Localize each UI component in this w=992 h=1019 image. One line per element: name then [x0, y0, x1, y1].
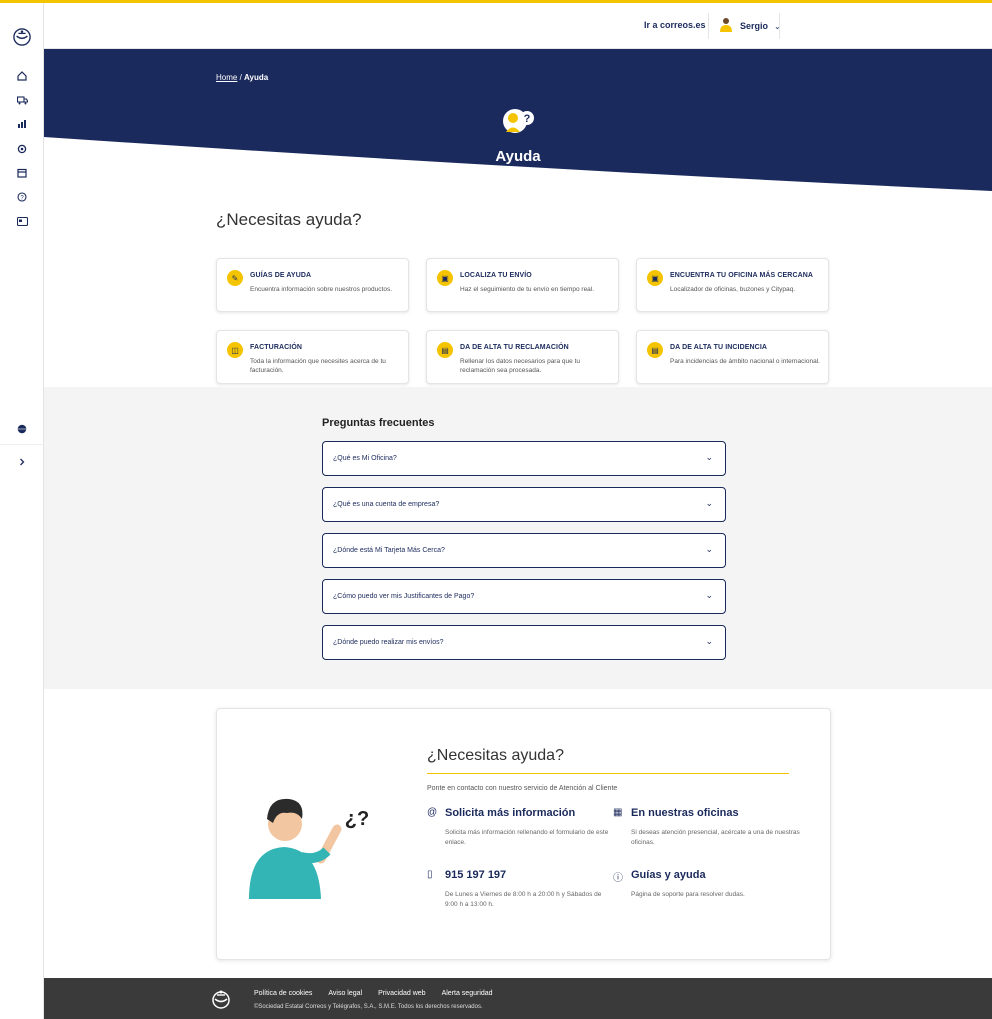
chevron-down-icon: ⌄	[705, 636, 713, 646]
chevron-down-icon: ⌄	[705, 590, 713, 600]
faq-title: Preguntas frecuentes	[322, 417, 435, 429]
truck-icon[interactable]	[12, 90, 32, 110]
contact-block-heading: En nuestras oficinas	[631, 807, 739, 819]
contact-block-heading: Solicita más información	[445, 807, 576, 819]
hero-banner: Home / Ayuda ? Ayuda	[44, 49, 992, 191]
top-header: Ir a correos.es Sergio ⌄	[44, 3, 992, 49]
contact-title: ¿Necesitas ayuda?	[427, 747, 564, 764]
card-description: Localizador de oficinas, buzones y Cityp…	[670, 286, 796, 293]
card-description: Rellenar los datos necesarios para que t…	[460, 358, 580, 375]
card-title: LOCALIZA TU ENVÍO	[460, 272, 532, 279]
faq-item[interactable]: ¿Qué es una cuenta de empresa? ⌄	[322, 487, 726, 522]
faq-question: ¿Dónde puedo realizar mis envíos?	[333, 639, 444, 646]
page-title: Ayuda	[495, 148, 541, 165]
contact-block-text: Si deseas atención presencial, acércate …	[631, 829, 800, 846]
card-incidencia[interactable]: ▤ DA DE ALTA TU INCIDENCIA Para incidenc…	[636, 330, 829, 384]
card-localiza-envio[interactable]: ▣ LOCALIZA TU ENVÍO Haz el seguimiento d…	[426, 258, 619, 312]
footer-links: Política de cookies Aviso legal Privacid…	[254, 990, 493, 997]
contact-block-heading: 915 197 197	[445, 869, 507, 881]
faq-item[interactable]: ¿Cómo puedo ver mis Justificantes de Pag…	[322, 579, 726, 614]
card-facturacion[interactable]: ◫ FACTURACIÓN Toda la información que ne…	[216, 330, 409, 384]
settings-icon[interactable]	[12, 139, 32, 159]
contact-telefono[interactable]: ▯ 915 197 197 De Lunes a Viernes de 8:00…	[427, 869, 607, 929]
help-icon[interactable]: ?	[12, 187, 32, 207]
user-name: Sergio	[740, 21, 769, 31]
footer-link-alerta-seguridad[interactable]: Alerta seguridad	[442, 990, 493, 997]
card-description: Para incidencias de ámbito nacional o in…	[670, 358, 820, 365]
building-icon: ▦	[613, 807, 623, 818]
card-description: Haz el seguimiento de tu envío en tiempo…	[460, 286, 595, 293]
chevron-down-icon: ⌄	[705, 498, 713, 508]
contact-divider	[427, 773, 789, 774]
breadcrumb-separator: /	[237, 73, 245, 82]
ir-a-correos-link[interactable]: Ir a correos.es	[644, 20, 706, 30]
at-icon: @	[427, 807, 438, 818]
card-title: DA DE ALTA TU INCIDENCIA	[670, 344, 768, 351]
incident-icon: ▤	[647, 342, 663, 358]
card-title: DA DE ALTA TU RECLAMACIÓN	[460, 344, 569, 351]
footer-copyright: ©Sociedad Estatal Correos y Telégrafos, …	[254, 1004, 483, 1010]
globe-icon[interactable]	[12, 419, 32, 439]
chart-icon[interactable]	[12, 114, 32, 134]
expand-sidebar-icon[interactable]	[12, 452, 32, 472]
contact-block-text: Página de soporte para resolver dudas.	[631, 891, 745, 898]
faq-item[interactable]: ¿Dónde puedo realizar mis envíos? ⌄	[322, 625, 726, 660]
card-reclamacion[interactable]: ▤ DA DE ALTA TU RECLAMACIÓN Rellenar los…	[426, 330, 619, 384]
guide-icon: ✎	[227, 270, 243, 286]
faq-question: ¿Qué es una cuenta de empresa?	[333, 501, 440, 508]
footer-link-cookies[interactable]: Política de cookies	[254, 990, 312, 997]
help-section-title: ¿Necesitas ayuda?	[216, 210, 362, 229]
support-person-illustration: ¿?	[239, 789, 379, 899]
card-icon[interactable]	[12, 211, 32, 231]
illustration-question-text: ¿?	[345, 808, 369, 830]
faq-item[interactable]: ¿Qué es Mi Oficina? ⌄	[322, 441, 726, 476]
sidebar: ?	[0, 3, 44, 1019]
card-encuentra-oficina[interactable]: ▣ ENCUENTRA TU OFICINA MÁS CERCANA Local…	[636, 258, 829, 312]
header-divider	[708, 13, 709, 39]
contact-subtitle: Ponte en contacto con nuestro servicio d…	[427, 785, 618, 792]
chevron-down-icon: ⌄	[705, 544, 713, 554]
correos-logo-icon[interactable]	[12, 27, 32, 47]
card-title: GUÍAS DE AYUDA	[250, 272, 312, 279]
contact-block-heading: Guías y ayuda	[631, 869, 706, 881]
contact-solicita-info[interactable]: @ Solicita más información Solicita más …	[427, 807, 608, 857]
faq-question: ¿Dónde está Mi Tarjeta Más Cerca?	[333, 547, 445, 554]
help-person-icon: ?	[502, 106, 538, 136]
breadcrumb-home-link[interactable]: Home	[216, 73, 237, 82]
card-title: FACTURACIÓN	[250, 344, 303, 351]
invoice-icon: ◫	[227, 342, 243, 358]
header-divider	[779, 13, 780, 39]
card-guias-ayuda[interactable]: ✎ GUÍAS DE AYUDA Encuentra información s…	[216, 258, 409, 312]
correos-logo-icon	[210, 988, 232, 1010]
faq-question: ¿Cómo puedo ver mis Justificantes de Pag…	[333, 593, 475, 600]
phone-icon: ▯	[427, 869, 433, 880]
contact-block-text: De Lunes a Viernes de 8:00 h a 20:00 h y…	[445, 891, 602, 908]
faq-question: ¿Qué es Mi Oficina?	[333, 455, 397, 462]
contact-oficinas[interactable]: ▦ En nuestras oficinas Si deseas atenció…	[613, 807, 800, 857]
card-description: Encuentra información sobre nuestros pro…	[250, 286, 392, 293]
office-icon: ▣	[647, 270, 663, 286]
card-title: ENCUENTRA TU OFICINA MÁS CERCANA	[670, 272, 814, 279]
contact-block-text: Solicita más información rellenando el f…	[445, 829, 609, 846]
store-icon[interactable]	[12, 163, 32, 183]
chevron-down-icon: ⌄	[705, 452, 713, 462]
faq-item[interactable]: ¿Dónde está Mi Tarjeta Más Cerca? ⌄	[322, 533, 726, 568]
avatar	[718, 16, 734, 37]
svg-text:?: ?	[524, 113, 531, 125]
footer: Política de cookies Aviso legal Privacid…	[44, 978, 992, 1019]
package-icon: ▣	[437, 270, 453, 286]
breadcrumb: Home / Ayuda	[216, 73, 268, 82]
user-menu[interactable]: Sergio ⌄	[718, 13, 781, 39]
help-circle-icon: ⓘ	[613, 873, 623, 884]
footer-link-aviso-legal[interactable]: Aviso legal	[328, 990, 362, 997]
footer-link-privacidad[interactable]: Privacidad web	[378, 990, 425, 997]
claim-icon: ▤	[437, 342, 453, 358]
card-description: Toda la información que necesites acerca…	[250, 358, 386, 375]
contact-guias-ayuda[interactable]: ⓘ Guías y ayuda Página de soporte para r…	[613, 869, 793, 919]
home-icon[interactable]	[12, 66, 32, 86]
contact-card: ¿? ¿Necesitas ayuda? Ponte en contacto c…	[216, 708, 831, 960]
breadcrumb-current: Ayuda	[244, 73, 269, 82]
